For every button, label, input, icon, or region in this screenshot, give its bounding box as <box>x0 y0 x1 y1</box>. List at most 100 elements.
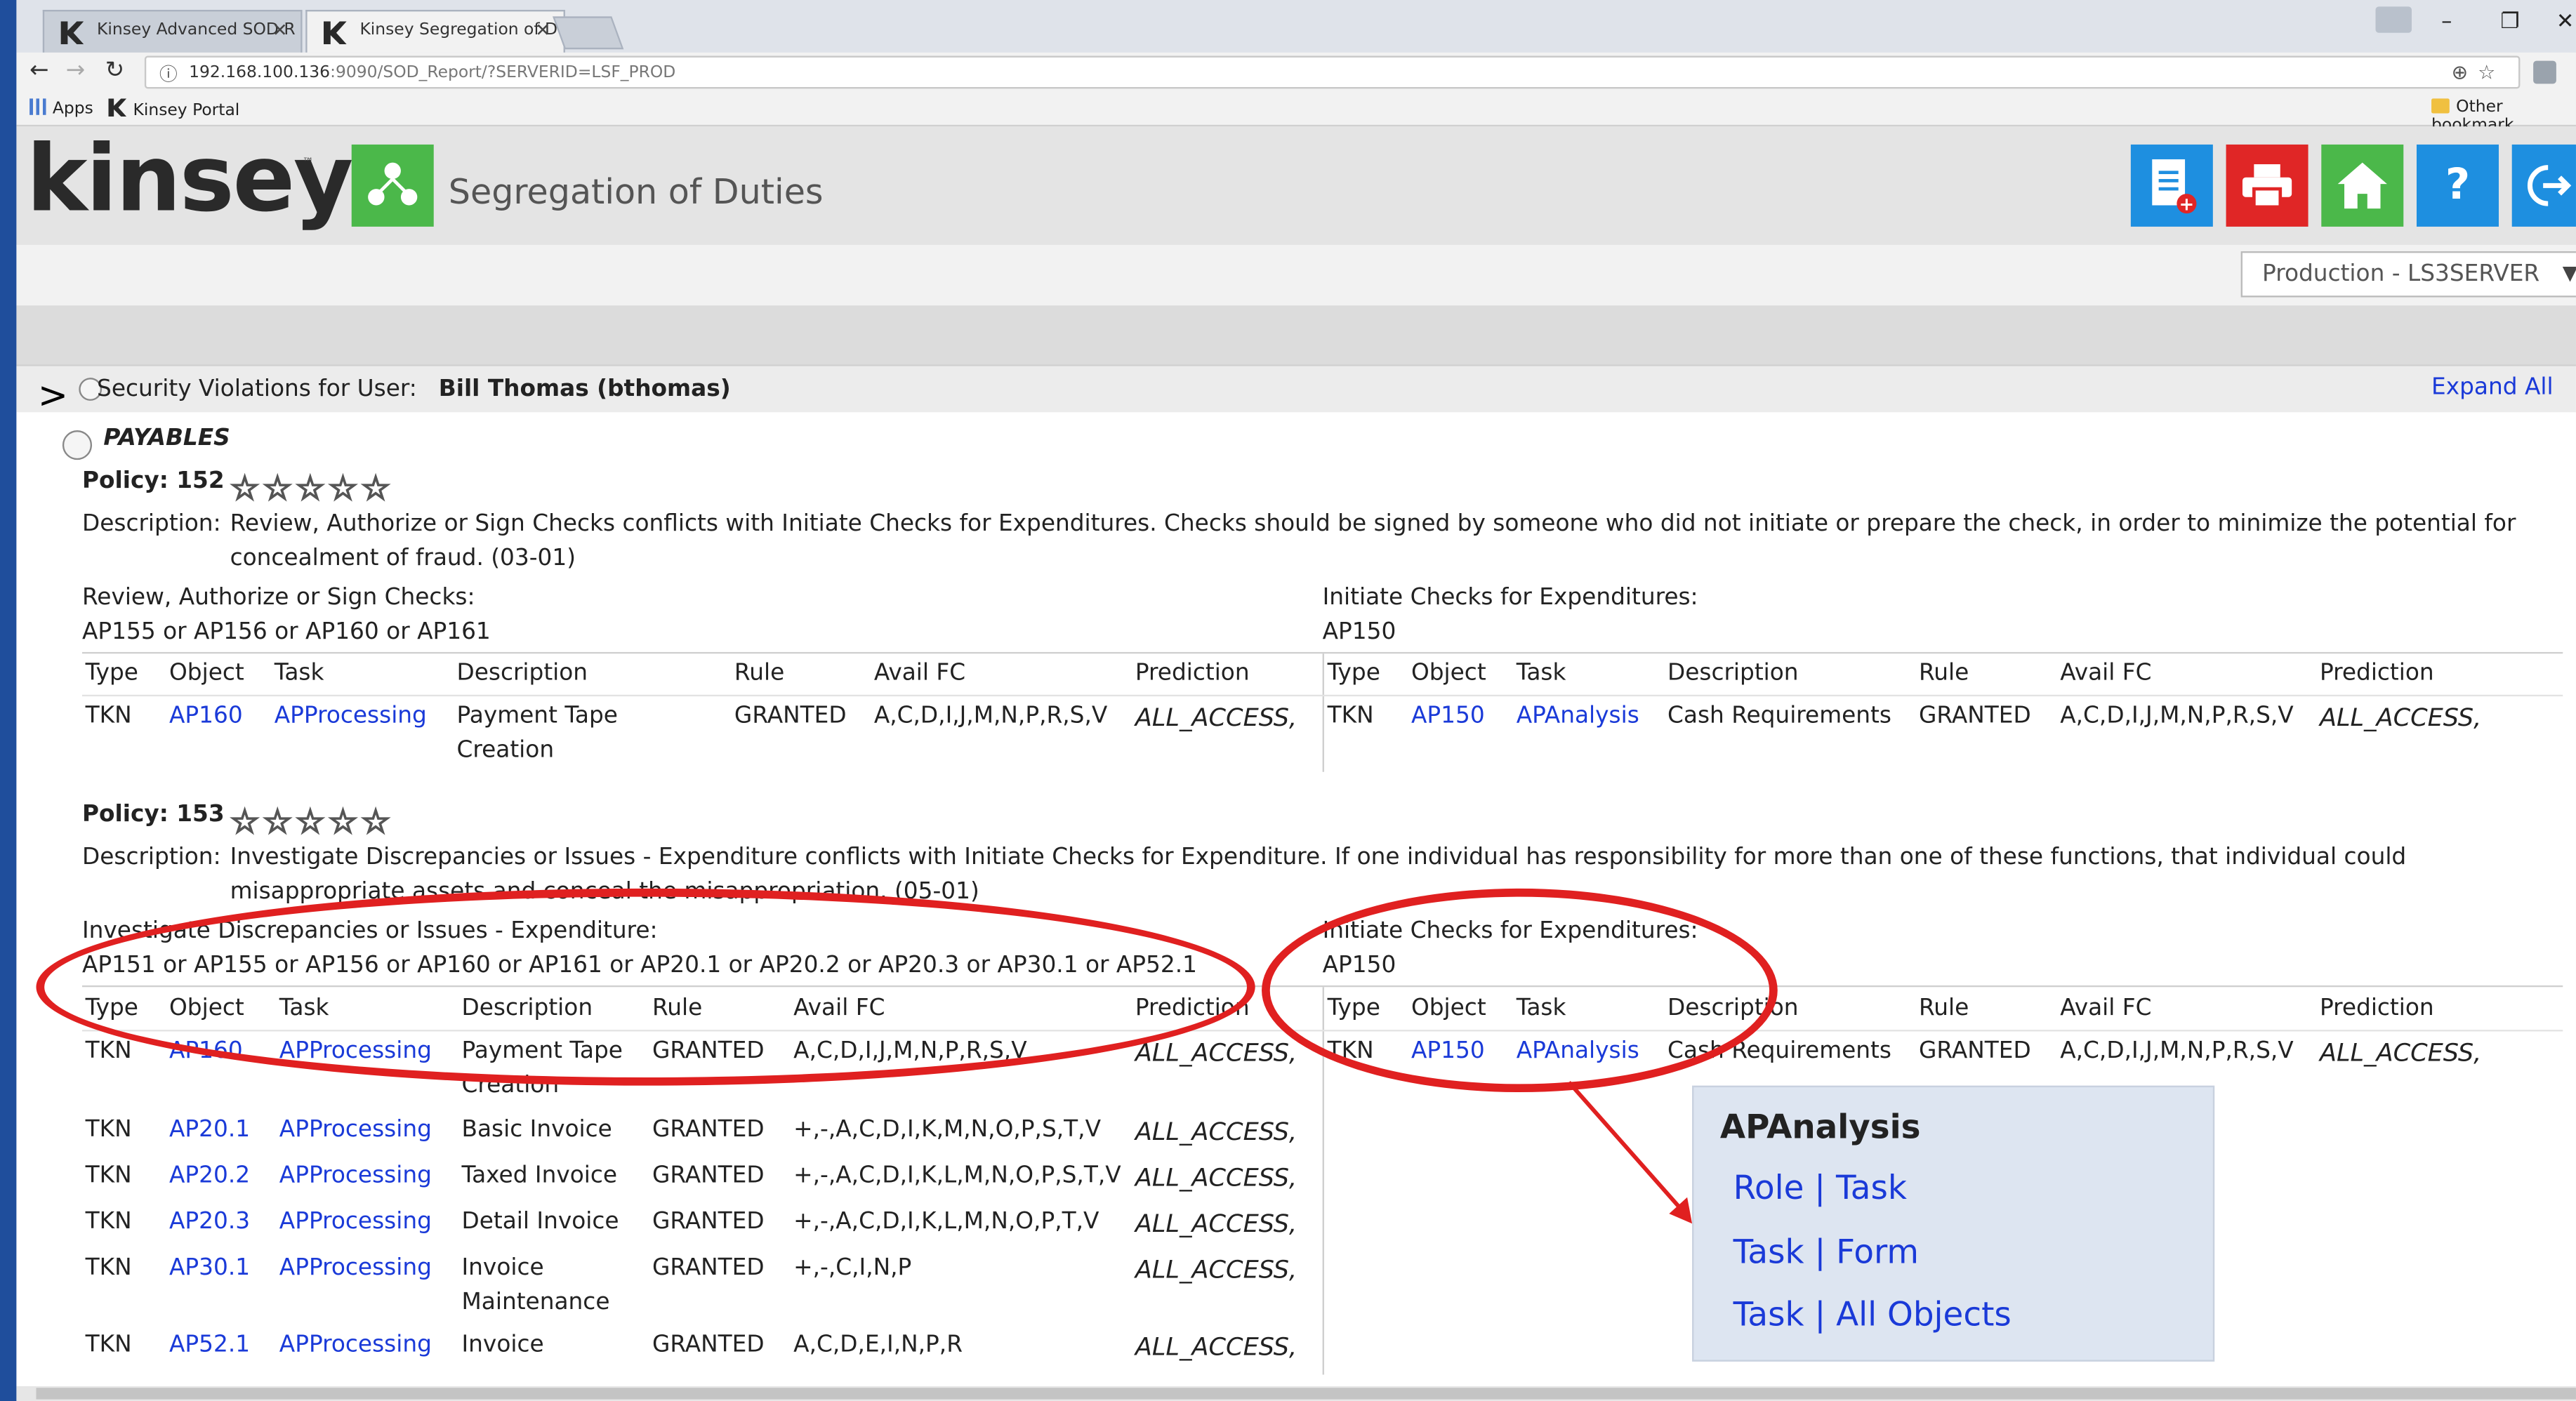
info-icon[interactable]: ⓘ <box>159 61 178 87</box>
trademark: ™ <box>302 156 314 170</box>
horizontal-scrollbar[interactable] <box>16 1386 2576 1401</box>
help-icon: ? <box>2445 161 2471 211</box>
header-avail-fc: Avail FC <box>2060 995 2152 1022</box>
bookmark-apps[interactable]: Apps <box>29 98 93 118</box>
kinsey-favicon-icon <box>108 98 127 117</box>
cell-description: Detail Invoice <box>461 1209 619 1235</box>
bookmarks-bar: Apps Kinsey Portal Other bookmark <box>16 92 2576 135</box>
reload-icon[interactable]: ↻ <box>105 58 124 84</box>
header-object: Object <box>1411 660 1486 687</box>
bookmark-label: Kinsey Portal <box>133 102 240 120</box>
header-type: Type <box>85 660 138 687</box>
policy-description: Investigate Discrepancies or Issues - Ex… <box>230 844 2407 871</box>
object-link[interactable]: AP20.2 <box>169 1163 250 1189</box>
kinsey-favicon-icon <box>323 21 347 45</box>
app-title: Segregation of Duties <box>448 172 824 212</box>
cell-description: Taxed Invoice <box>461 1162 618 1190</box>
task-link[interactable]: APProcessing <box>279 1163 432 1189</box>
cell-rule: GRANTED <box>1919 703 2031 729</box>
header-task: Task <box>1516 660 1566 687</box>
cell-rule: GRANTED <box>1919 1037 2031 1065</box>
tab-label: Kinsey Segregation of D <box>359 21 558 40</box>
restore-icon[interactable]: ❐ <box>2500 10 2519 34</box>
task-link[interactable]: APProcessing <box>279 1209 432 1235</box>
task-link[interactable]: APAnalysis <box>1517 703 1639 729</box>
kinsey-logo[interactable]: kinsey <box>26 126 353 233</box>
object-link[interactable]: AP30.1 <box>169 1255 250 1281</box>
object-link[interactable]: AP52.1 <box>169 1332 250 1358</box>
header-prediction: Prediction <box>2319 995 2434 1022</box>
expand-all-link[interactable]: Expand All <box>2431 374 2554 400</box>
close-tab-icon[interactable]: ✕ <box>272 20 288 41</box>
cell-description-cont: Maintenance <box>461 1289 610 1316</box>
cell-prediction: ALL_ACCESS, <box>1135 1037 1297 1068</box>
folder-icon <box>2431 98 2450 114</box>
annotation-arrow-icon <box>1567 1081 1693 1224</box>
menu-item-task-form[interactable]: Task | Form <box>1733 1232 1919 1271</box>
chevron-down-icon: ▼ <box>2563 261 2576 284</box>
object-link[interactable]: AP20.1 <box>169 1117 250 1143</box>
minimize-icon[interactable]: – <box>2441 10 2452 34</box>
print-button[interactable] <box>2226 144 2309 227</box>
bookmark-kinsey-portal[interactable]: Kinsey Portal <box>108 98 240 120</box>
header-rule: Rule <box>734 660 785 687</box>
task-link[interactable]: APProcessing <box>275 703 427 729</box>
cell-prediction: ALL_ACCESS, <box>2319 1037 2482 1068</box>
cell-description: Basic Invoice <box>461 1117 612 1143</box>
url-host: 192.168.100.136 <box>189 64 331 82</box>
logout-icon <box>2527 165 2572 206</box>
forward-icon[interactable]: → <box>66 58 85 84</box>
cell-type: TKN <box>85 1162 132 1190</box>
close-window-icon[interactable]: ✕ <box>2556 10 2575 34</box>
cell-avail-fc: +,-,A,C,D,I,K,M,N,O,P,S,T,V <box>793 1117 1101 1143</box>
kinsey-favicon-icon <box>60 21 84 45</box>
tab-advanced-sod[interactable]: Kinsey Advanced SOD R ✕ <box>42 10 303 53</box>
logout-button[interactable] <box>2511 144 2576 227</box>
cell-avail-fc: A,C,D,E,I,N,P,R <box>793 1332 963 1359</box>
profile-icon[interactable] <box>2375 6 2412 33</box>
user-name: Bill Thomas (bthomas) <box>438 376 731 403</box>
home-icon <box>2337 162 2387 209</box>
task-link[interactable]: APProcessing <box>279 1332 432 1358</box>
object-link[interactable]: AP150 <box>1411 703 1485 729</box>
menu-item-role-task[interactable]: Role | Task <box>1733 1168 1907 1207</box>
help-button[interactable]: ? <box>2416 144 2499 227</box>
cell-avail-fc: +,-,A,C,D,I,K,L,M,N,O,P,T,V <box>793 1209 1099 1235</box>
printer-icon <box>2242 164 2292 209</box>
app-header: kinsey ™ Segregation of Duties + ? <box>16 126 2576 246</box>
cell-avail-fc: A,C,D,I,J,M,N,P,R,S,V <box>2060 703 2294 729</box>
url-path: :9090/SOD_Report/?SERVERID=LSF_PROD <box>330 64 676 82</box>
back-icon[interactable]: ← <box>29 58 48 84</box>
cell-avail-fc: A,C,D,I,J,M,N,P,R,S,V <box>2060 1037 2294 1065</box>
highlight-ellipse <box>36 888 1255 1086</box>
cell-description: Payment Tape <box>456 703 618 729</box>
payables-toggle-icon[interactable] <box>62 430 93 460</box>
object-link[interactable]: AP160 <box>169 703 243 729</box>
new-report-button[interactable]: + <box>2130 144 2213 227</box>
tab-segregation-of-duties[interactable]: Kinsey Segregation of D ✕ <box>305 10 565 53</box>
new-tab-button[interactable] <box>553 16 624 50</box>
right-objects: AP150 <box>1322 619 1396 646</box>
policy-description-cont: concealment of fraud. (03-01) <box>230 545 576 572</box>
object-link[interactable]: AP20.3 <box>169 1209 250 1235</box>
cell-type: TKN <box>85 1254 132 1282</box>
scrollbar-thumb[interactable] <box>36 1388 2576 1400</box>
menu-item-task-all-objects[interactable]: Task | All Objects <box>1733 1294 2012 1334</box>
cell-description-cont: Creation <box>456 737 555 764</box>
environment-select[interactable]: Production - LS3SERVER ▼ <box>2240 251 2576 298</box>
address-bar[interactable]: ⓘ 192.168.100.136:9090/SOD_Report/?SERVE… <box>144 55 2521 89</box>
task-link[interactable]: APProcessing <box>279 1255 432 1281</box>
close-tab-icon[interactable]: ✕ <box>535 20 550 41</box>
cell-type: TKN <box>1327 703 1374 729</box>
description-label: Description: <box>81 844 221 871</box>
description-label: Description: <box>81 510 221 538</box>
cell-prediction: ALL_ACCESS, <box>1135 1254 1297 1284</box>
cell-rule: GRANTED <box>652 1209 765 1235</box>
violations-label: Security Violations for User: <box>97 376 417 403</box>
risk-rating-stars: ☆☆☆☆☆ <box>229 801 394 842</box>
zoom-star-icons[interactable]: ⊕☆ <box>2452 61 2506 84</box>
cell-description: Invoice <box>461 1254 544 1282</box>
task-link[interactable]: APProcessing <box>279 1117 432 1143</box>
extension-icon[interactable] <box>2533 60 2556 84</box>
home-button[interactable] <box>2321 144 2404 227</box>
